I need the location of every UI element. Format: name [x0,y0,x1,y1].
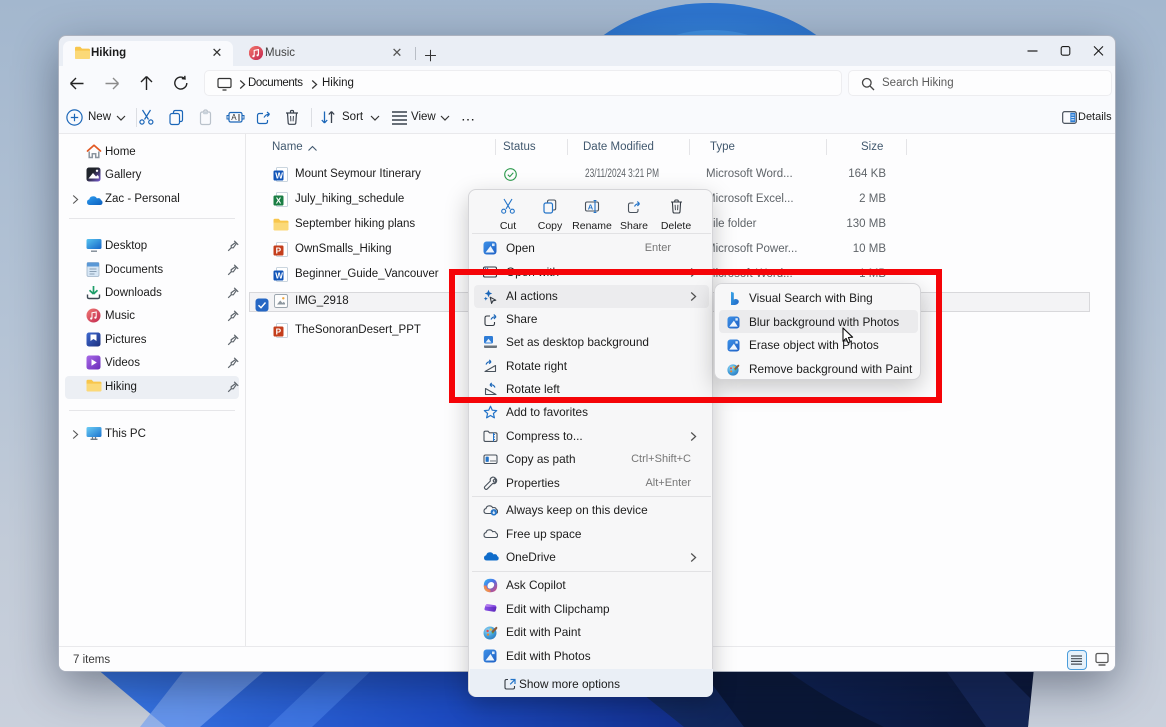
svg-text:A: A [588,202,594,211]
svg-text:P: P [276,246,282,255]
svg-text:A: A [231,113,237,122]
svg-text:W: W [275,171,283,180]
svg-text:X: X [276,196,282,205]
svg-text:P: P [276,327,282,336]
svg-text:W: W [275,271,283,280]
